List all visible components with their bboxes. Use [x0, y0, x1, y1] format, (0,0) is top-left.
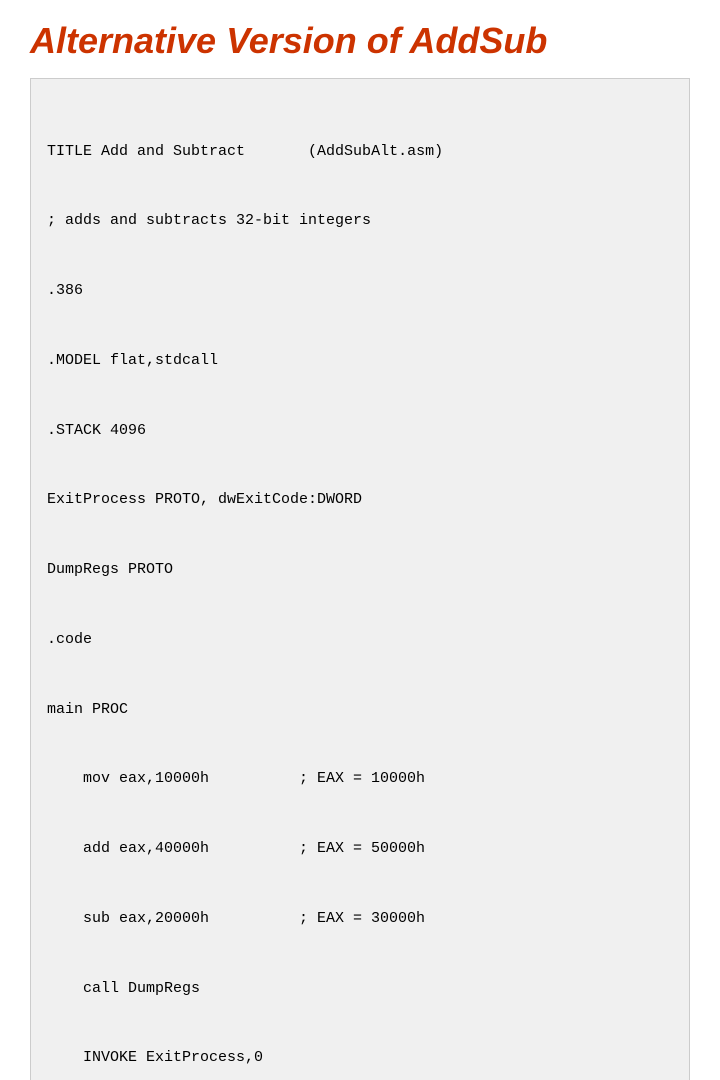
page-container: Alternative Version of AddSub TITLE Add …: [0, 0, 720, 540]
code-line-13: call DumpRegs: [47, 977, 673, 1000]
code-line-4: .MODEL flat,stdcall: [47, 349, 673, 372]
code-line-5: .STACK 4096: [47, 419, 673, 442]
code-line-14: INVOKE ExitProcess,0: [47, 1046, 673, 1069]
code-line-3: .386: [47, 279, 673, 302]
code-line-1: TITLE Add and Subtract (AddSubAlt.asm): [47, 140, 673, 163]
code-line-12: sub eax,20000h ; EAX = 30000h: [47, 907, 673, 930]
code-block: TITLE Add and Subtract (AddSubAlt.asm) ;…: [30, 78, 690, 1080]
code-line-7: DumpRegs PROTO: [47, 558, 673, 581]
code-line-8: .code: [47, 628, 673, 651]
code-line-11: add eax,40000h ; EAX = 50000h: [47, 837, 673, 860]
code-line-9: main PROC: [47, 698, 673, 721]
page-title: Alternative Version of AddSub: [30, 20, 690, 62]
code-line-10: mov eax,10000h ; EAX = 10000h: [47, 767, 673, 790]
code-line-2: ; adds and subtracts 32-bit integers: [47, 209, 673, 232]
code-line-6: ExitProcess PROTO, dwExitCode:DWORD: [47, 488, 673, 511]
